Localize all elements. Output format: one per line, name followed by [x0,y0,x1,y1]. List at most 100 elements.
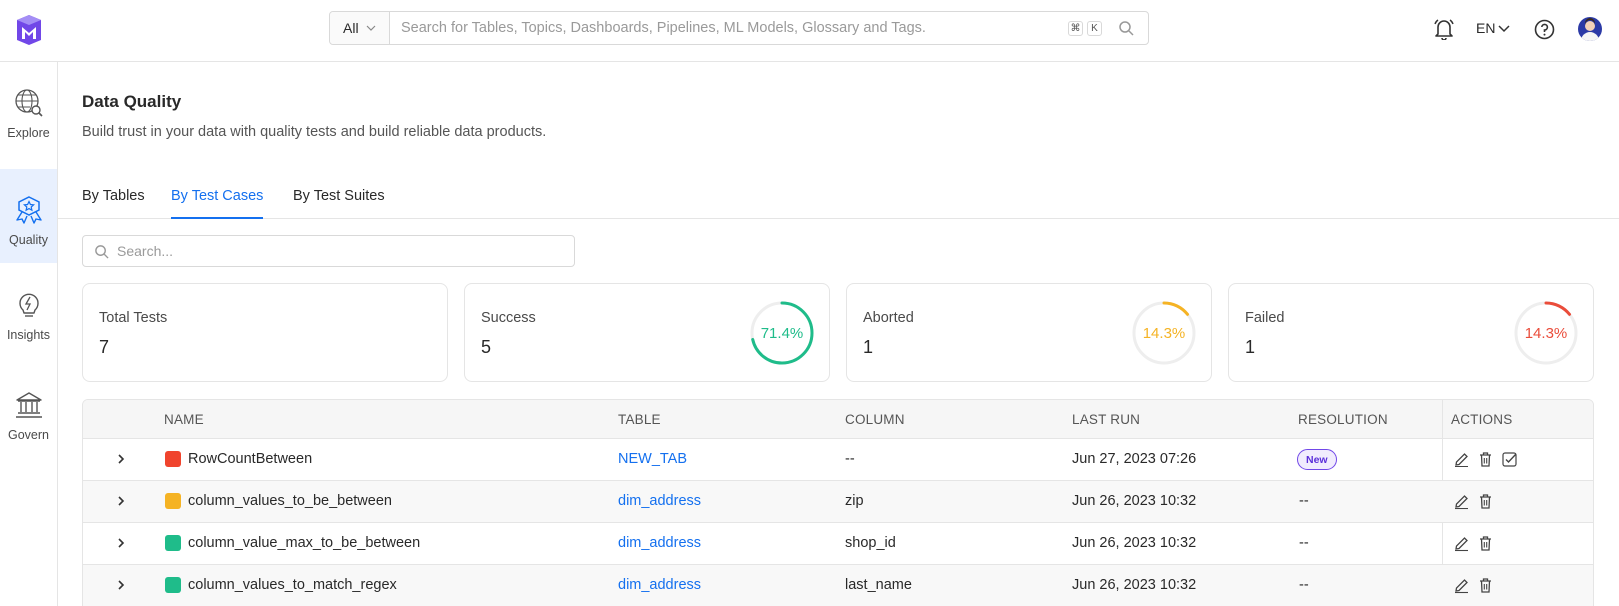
card-value: 1 [1245,337,1256,357]
success-percent: 71.4% [760,324,804,342]
search-icon [95,244,109,259]
test-cases-table: NAME TABLE COLUMN LAST RUN RESOLUTION AC… [82,399,1594,606]
column-value: last_name [845,577,912,593]
table-link[interactable]: dim_address [618,493,701,509]
total-tests-card: Total Tests 7 [82,283,448,382]
user-avatar[interactable] [1578,17,1602,41]
left-sidebar: Explore Quality Insights Govern [0,62,58,606]
test-case-name[interactable]: column_values_to_match_regex [188,577,397,593]
sidebar-item-quality[interactable]: Quality [0,169,57,263]
page-subtitle: Build trust in your data with quality te… [82,124,547,140]
card-label: Aborted [863,310,914,326]
tab-by-tables[interactable]: By Tables [82,188,145,219]
table-header: NAME TABLE COLUMN LAST RUN RESOLUTION AC… [83,400,1593,439]
edit-icon[interactable] [1453,451,1470,468]
search-category-label: All [343,20,359,36]
resolution-status-badge[interactable]: New [1297,449,1337,470]
chevron-down-icon [366,25,375,31]
quality-icon [15,196,42,224]
expand-row-icon[interactable] [115,495,127,507]
search-icon[interactable] [1118,20,1134,36]
top-bar: All ⌘ K EN [0,0,1619,62]
table-row[interactable]: RowCountBetween NEW_TAB -- Jun 27, 2023 … [83,439,1593,481]
table-row[interactable]: column_value_max_to_be_between dim_addre… [83,523,1593,565]
sidebar-item-label: Quality [9,233,48,247]
column-header-column[interactable]: COLUMN [845,412,905,427]
sidebar-item-label: Insights [6,328,51,342]
column-header-actions: ACTIONS [1451,412,1513,427]
column-header-last-run[interactable]: LAST RUN [1072,412,1140,427]
column-value: zip [845,493,864,509]
card-label: Success [481,310,536,326]
sidebar-item-explore[interactable]: Explore [0,62,57,156]
shortcut-key-k: K [1087,20,1102,36]
test-case-search-input[interactable] [117,243,537,259]
expand-row-icon[interactable] [115,579,127,591]
edit-icon[interactable] [1453,535,1470,552]
resolve-check-icon[interactable] [1501,451,1518,468]
status-failed-indicator [165,451,181,467]
explore-icon [14,89,43,117]
status-aborted-indicator [165,493,181,509]
app-logo-icon[interactable] [14,14,44,46]
table-link[interactable]: NEW_TAB [618,451,687,467]
expand-row-icon[interactable] [115,453,127,465]
card-label: Failed [1245,310,1285,326]
status-success-indicator [165,535,181,551]
card-value: 5 [481,337,492,357]
govern-icon [15,392,42,418]
resolution-value: -- [1299,577,1309,593]
card-label: Total Tests [99,310,168,326]
tab-bar: By Tables By Test Cases By Test Suites [58,178,1619,219]
page-title: Data Quality [82,92,182,111]
delete-icon[interactable] [1477,493,1494,510]
tab-by-test-suites[interactable]: By Test Suites [293,188,385,219]
status-success-indicator [165,577,181,593]
delete-icon[interactable] [1477,577,1494,594]
expand-row-icon[interactable] [115,537,127,549]
global-search: All ⌘ K [329,11,1149,45]
card-value: 1 [863,337,874,357]
chevron-down-icon [1498,25,1510,33]
last-run-value: Jun 26, 2023 10:32 [1072,493,1197,509]
edit-icon[interactable] [1453,577,1470,594]
table-row[interactable]: column_values_to_match_regex dim_address… [83,565,1593,606]
column-header-resolution[interactable]: RESOLUTION [1298,412,1388,427]
delete-icon[interactable] [1477,451,1494,468]
sidebar-item-govern[interactable]: Govern [0,364,57,458]
delete-icon[interactable] [1477,535,1494,552]
table-link[interactable]: dim_address [618,535,701,551]
failed-percent: 14.3% [1524,324,1568,342]
column-value: shop_id [845,535,896,551]
column-value: -- [845,451,855,467]
failed-card: Failed 1 14.3% [1228,283,1594,382]
help-icon[interactable] [1534,19,1555,40]
last-run-value: Jun 26, 2023 10:32 [1072,577,1197,593]
shortcut-key-cmd: ⌘ [1068,20,1083,36]
aborted-card: Aborted 1 14.3% [846,283,1212,382]
avatar-image-icon [1581,18,1599,41]
column-header-table[interactable]: TABLE [618,412,661,427]
test-case-name[interactable]: RowCountBetween [188,451,312,467]
test-case-search [82,235,575,267]
test-case-name[interactable]: column_values_to_be_between [188,493,392,509]
last-run-value: Jun 27, 2023 07:26 [1072,451,1197,467]
sidebar-item-insights[interactable]: Insights [0,264,57,358]
language-selector[interactable]: EN [1476,20,1510,36]
test-case-name[interactable]: column_value_max_to_be_between [188,535,420,551]
global-search-input[interactable] [390,20,1068,36]
edit-icon[interactable] [1453,493,1470,510]
success-card: Success 5 71.4% [464,283,830,382]
insights-icon [18,293,39,317]
search-category-select[interactable]: All [330,12,390,44]
table-link[interactable]: dim_address [618,577,701,593]
notification-bell-icon[interactable] [1434,18,1454,40]
language-label: EN [1476,20,1496,36]
last-run-value: Jun 26, 2023 10:32 [1072,535,1197,551]
tab-by-test-cases[interactable]: By Test Cases [171,188,264,219]
column-header-name[interactable]: NAME [164,412,204,427]
sidebar-item-label: Govern [8,428,49,442]
aborted-percent: 14.3% [1142,324,1186,342]
resolution-value: -- [1299,535,1309,551]
table-row[interactable]: column_values_to_be_between dim_address … [83,481,1593,523]
